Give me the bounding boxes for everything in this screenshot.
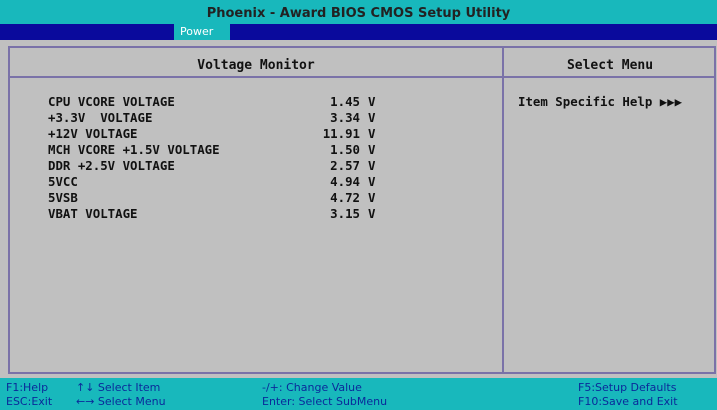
voltage-row-12v[interactable]: +12V VOLTAGE 11.91 V: [48, 126, 468, 142]
tab-power[interactable]: Power: [174, 24, 230, 40]
voltage-row-cpu-vcore[interactable]: CPU VCORE VOLTAGE 1.45 V: [48, 94, 468, 110]
item-specific-help: Item Specific Help ▶▶▶: [518, 94, 683, 109]
voltage-unit: V: [368, 174, 376, 189]
header-divider: [8, 76, 716, 78]
voltage-row-3v3[interactable]: +3.3V VOLTAGE 3.34 V: [48, 110, 468, 126]
voltage-value: 4.72: [330, 190, 360, 205]
voltage-value: 1.50: [330, 142, 360, 157]
voltage-label: +3.3V VOLTAGE: [48, 110, 153, 125]
title-bar: Phoenix - Award BIOS CMOS Setup Utility: [0, 0, 717, 24]
voltage-label: DDR +2.5V VOLTAGE: [48, 158, 175, 173]
voltage-unit: V: [368, 206, 376, 221]
voltage-label: +12V VOLTAGE: [48, 126, 138, 141]
voltage-unit: V: [368, 190, 376, 205]
voltage-label: 5VCC: [48, 174, 78, 189]
voltage-value: 2.57: [330, 158, 360, 173]
voltage-value: 1.45: [330, 94, 360, 109]
voltage-row-5vcc[interactable]: 5VCC 4.94 V: [48, 174, 468, 190]
select-item-key: ↑↓ Select Item: [76, 381, 161, 394]
enter-submenu-key: Enter: Select SubMenu: [262, 395, 388, 408]
voltage-unit: V: [368, 158, 376, 173]
voltage-value: 3.34: [330, 110, 360, 125]
voltage-row-vbat[interactable]: VBAT VOLTAGE 3.15 V: [48, 206, 468, 222]
voltage-row-5vsb[interactable]: 5VSB 4.72 V: [48, 190, 468, 206]
voltage-unit: V: [368, 110, 376, 125]
key-help-footer: F1:Help ESC:Exit ↑↓ Select Item ←→ Selec…: [0, 378, 717, 410]
f10-save-exit-key: F10:Save and Exit: [578, 395, 678, 408]
voltage-label: MCH VCORE +1.5V VOLTAGE: [48, 142, 220, 157]
vertical-divider: [502, 46, 504, 374]
voltage-value: 11.91: [322, 126, 360, 141]
voltage-unit: V: [368, 142, 376, 157]
panel-title: Voltage Monitor: [197, 58, 315, 73]
help-panel-title: Select Menu: [566, 58, 654, 73]
voltage-label: VBAT VOLTAGE: [48, 206, 138, 221]
voltage-unit: V: [368, 126, 376, 141]
f5-defaults-key: F5:Setup Defaults: [578, 381, 677, 394]
select-menu-key: ←→ Select Menu: [76, 395, 166, 408]
voltage-label: CPU VCORE VOLTAGE: [48, 94, 175, 109]
voltage-row-ddr[interactable]: DDR +2.5V VOLTAGE 2.57 V: [48, 158, 468, 174]
voltage-value: 4.94: [330, 174, 360, 189]
bios-title: Phoenix - Award BIOS CMOS Setup Utility: [206, 6, 511, 21]
menu-bar: Power: [0, 24, 717, 40]
esc-exit-key: ESC:Exit: [6, 395, 53, 408]
voltage-label: 5VSB: [48, 190, 78, 205]
change-value-key: -/+: Change Value: [262, 381, 362, 394]
voltage-list: CPU VCORE VOLTAGE 1.45 V +3.3V VOLTAGE 3…: [48, 94, 468, 222]
voltage-row-mch-vcore[interactable]: MCH VCORE +1.5V VOLTAGE 1.50 V: [48, 142, 468, 158]
f1-help-key: F1:Help: [6, 381, 49, 394]
voltage-value: 3.15: [330, 206, 360, 221]
voltage-unit: V: [368, 94, 376, 109]
